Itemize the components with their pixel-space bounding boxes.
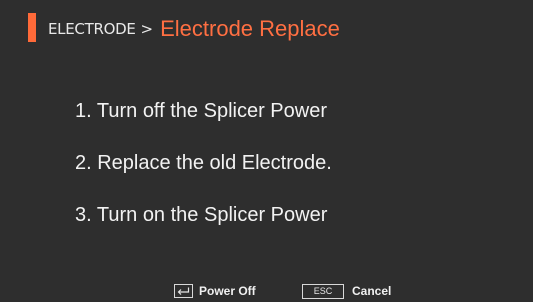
instruction-list: 1. Turn off the Splicer Power 2. Replace…	[75, 98, 332, 254]
power-off-label: Power Off	[199, 284, 256, 298]
cancel-label: Cancel	[352, 284, 392, 298]
instruction-step-2: 2. Replace the old Electrode.	[75, 152, 332, 174]
enter-arrow-icon	[174, 284, 193, 298]
breadcrumb-separator: >	[140, 20, 154, 38]
instruction-step-1: 1. Turn off the Splicer Power	[75, 100, 327, 122]
breadcrumb-parent: ELECTRODE	[48, 20, 136, 38]
electrode-replace-screen: ELECTRODE > Electrode Replace 1. Turn of…	[0, 0, 533, 302]
esc-key-icon: ESC	[302, 283, 344, 299]
power-off-button[interactable]: Power Off	[174, 281, 256, 301]
key-hint-bar: Power Off ESC Cancel	[0, 281, 533, 301]
instruction-step-3: 3. Turn on the Splicer Power	[75, 204, 328, 226]
cancel-button[interactable]: ESC Cancel	[302, 281, 391, 301]
breadcrumb: ELECTRODE > Electrode Replace	[48, 14, 340, 44]
header-accent-bar	[28, 13, 36, 42]
page-title: Electrode Replace	[160, 16, 340, 41]
